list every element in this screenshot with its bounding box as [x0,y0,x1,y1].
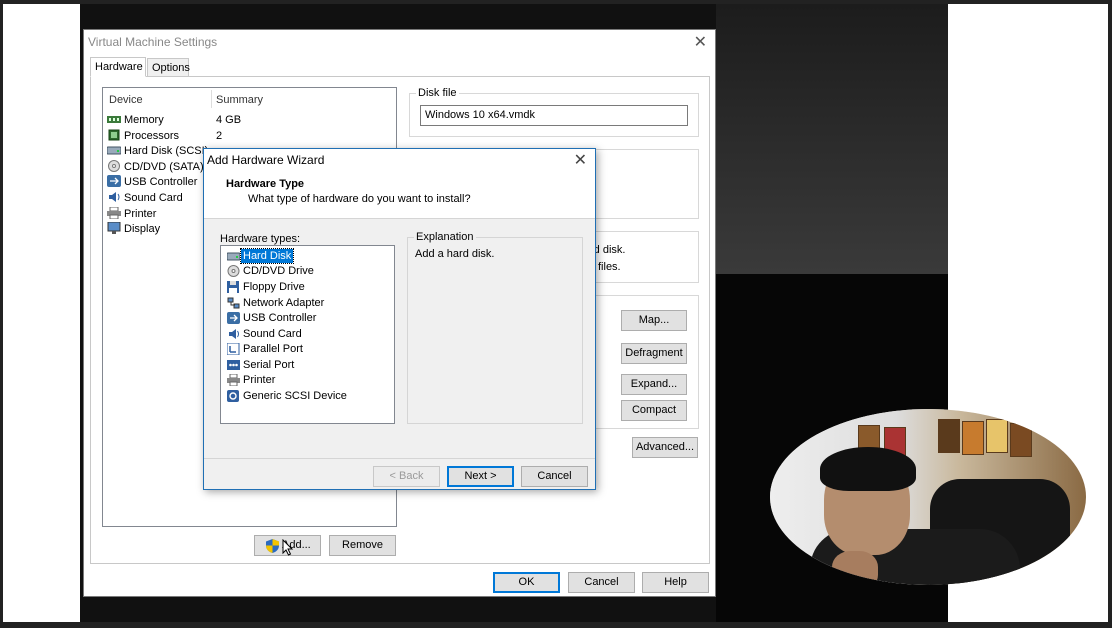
device-summary: 4 GB [216,114,242,126]
explanation-group: Explanation Add a hard disk. [407,231,583,424]
printer-icon [107,206,121,220]
person-hair [820,447,916,491]
device-column-header[interactable]: Device [109,94,143,106]
display-icon [107,221,121,235]
device-name: USB Controller [124,176,198,188]
wizard-header: Hardware Type What type of hardware do y… [204,171,595,219]
disk-info-line-2: files. [598,261,621,273]
hardware-type-cd-dvd[interactable]: CD/DVD Drive [225,264,390,279]
hardware-type-label: CD/DVD Drive [243,265,314,277]
hardware-type-floppy[interactable]: Floppy Drive [225,280,390,295]
divider [204,458,595,459]
hardware-types-label: Hardware types: [220,233,301,245]
device-name: Printer [124,208,157,220]
hardware-type-label: Network Adapter [243,297,325,309]
advanced-button[interactable]: Advanced... [632,437,698,458]
floppy-icon [227,281,240,293]
explanation-text: Add a hard disk. [415,248,495,260]
hardware-type-parallel-port[interactable]: Parallel Port [225,342,390,357]
back-button[interactable]: < Back [373,466,440,487]
screen: Virtual Machine Settings ✕ Hardware Opti… [0,0,1112,628]
device-row-processors[interactable]: Processors 2 [107,129,392,145]
cd-dvd-icon [227,265,240,277]
frame-border-left [0,0,3,628]
wizard-title: Add Hardware Wizard [207,153,325,167]
wizard-subheading: What type of hardware do you want to ins… [248,193,471,205]
frame-border-right [1108,0,1112,628]
hardware-type-hard-disk[interactable]: Hard Disk [225,248,390,264]
compact-button[interactable]: Compact [621,400,687,421]
add-hardware-wizard: Add Hardware Wizard ✕ Hardware Type What… [203,148,596,490]
wizard-heading: Hardware Type [226,178,305,190]
device-summary: 2 [216,130,223,142]
device-name: Sound Card [124,192,183,204]
hardware-type-label: Generic SCSI Device [243,390,347,402]
sound-icon [107,191,121,203]
defragment-button[interactable]: Defragment [621,343,687,364]
device-row-memory[interactable]: Memory 4 GB [107,113,392,129]
next-button[interactable]: Next > [447,466,514,487]
mouse-cursor-icon [282,538,294,563]
hardware-type-label: USB Controller [243,312,317,324]
remove-button[interactable]: Remove [329,535,396,556]
background-gradient [716,4,948,274]
scsi-icon [227,390,240,402]
device-name: Processors [124,130,180,142]
hardware-type-printer[interactable]: Printer [225,373,390,388]
person-hand [832,551,878,585]
serial-port-icon [227,359,240,371]
wizard-cancel-button[interactable]: Cancel [521,466,588,487]
hardware-type-sound[interactable]: Sound Card [225,327,390,342]
map-button[interactable]: Map... [621,310,687,331]
disk-file-group: Disk file Windows 10 x64.vmdk [409,87,699,137]
webcam-overlay [770,409,1086,585]
frame-border-top [0,0,1112,4]
hard-disk-icon [226,250,241,262]
hardware-type-usb[interactable]: USB Controller [225,311,390,326]
frame-border-bottom [0,622,1112,628]
add-button[interactable]: Add... [254,535,321,556]
summary-column-header[interactable]: Summary [216,94,263,106]
hardware-type-label: Serial Port [243,359,295,371]
close-icon[interactable]: ✕ [574,150,587,170]
usb-icon [227,312,240,324]
device-name: Display [124,223,161,235]
processor-icon [107,129,121,141]
network-icon [227,297,240,309]
device-name: Hard Disk (SCSI) [124,145,209,157]
close-icon[interactable]: ✕ [694,32,707,52]
window-title: Virtual Machine Settings [88,35,218,49]
explanation-label: Explanation [414,231,476,243]
cancel-button[interactable]: Cancel [568,572,635,593]
shield-icon [266,539,279,560]
usb-icon [107,175,121,188]
tab-hardware[interactable]: Hardware [90,57,146,77]
cd-dvd-icon [107,160,121,173]
device-name: Memory [124,114,164,126]
letterbox-left [0,0,80,628]
printer-icon [227,373,240,387]
parallel-port-icon [226,342,240,356]
hardware-type-label: Parallel Port [243,343,303,355]
hardware-type-generic-scsi[interactable]: Generic SCSI Device [225,389,390,404]
hardware-type-label: Sound Card [243,328,302,340]
sound-icon [227,328,240,340]
device-name: CD/DVD (SATA) [124,161,204,173]
hardware-types-list[interactable]: Hard Disk CD/DVD Drive Floppy Drive Netw… [220,245,395,424]
column-divider [211,90,212,108]
tab-options[interactable]: Options [147,58,190,77]
wizard-titlebar: Add Hardware Wizard ✕ [204,149,595,171]
help-button[interactable]: Help [642,572,709,593]
hardware-type-serial-port[interactable]: Serial Port [225,358,390,373]
expand-button[interactable]: Expand... [621,374,687,395]
hardware-type-label: Floppy Drive [243,281,305,293]
hardware-type-label: Printer [243,374,276,386]
disk-file-field[interactable]: Windows 10 x64.vmdk [420,105,688,126]
hardware-type-label: Hard Disk [239,248,295,264]
ok-button[interactable]: OK [493,572,560,593]
hard-disk-icon [106,144,122,156]
hardware-type-network[interactable]: Network Adapter [225,296,390,311]
disk-file-label: Disk file [416,87,459,99]
memory-icon [107,113,121,125]
